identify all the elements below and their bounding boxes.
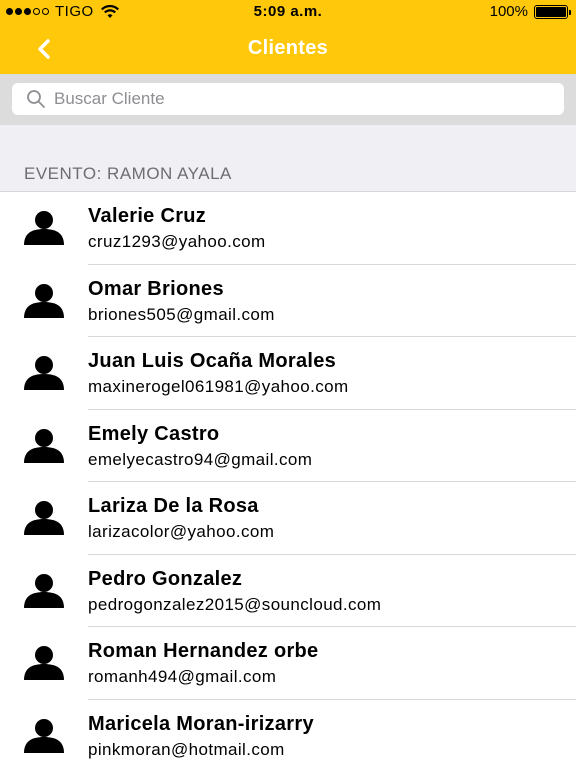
status-bar: TIGO 5:09 a.m. 100% <box>0 0 576 24</box>
client-email: briones505@gmail.com <box>88 304 275 324</box>
navigation-bar: Clientes <box>0 24 576 74</box>
status-right: 100% <box>489 3 571 20</box>
person-icon <box>24 283 64 318</box>
person-icon <box>24 356 64 390</box>
client-row[interactable]: Lariza De la Rosa larizacolor@yahoo.com <box>0 482 576 555</box>
client-email: cruz1293@yahoo.com <box>88 232 266 251</box>
client-email: pedrogonzalez2015@souncloud.com <box>88 594 382 614</box>
search-bar <box>0 74 576 125</box>
client-name: Maricela Moran-irizarry <box>88 712 314 735</box>
section-header: EVENTO: RAMON AYALA <box>0 125 576 192</box>
person-icon <box>24 428 64 463</box>
battery-icon <box>534 4 571 19</box>
client-name: Emely Castro <box>88 422 220 445</box>
client-row[interactable]: Pedro Gonzalez pedrogonzalez2015@sounclo… <box>0 555 576 627</box>
client-row[interactable]: Omar Briones briones505@gmail.com <box>0 265 576 337</box>
client-name: Juan Luis Ocaña Morales <box>88 350 337 372</box>
section-title: EVENTO: RAMON AYALA <box>24 164 232 183</box>
client-name: Pedro Gonzalez <box>88 567 243 590</box>
client-email: romanh494@gmail.com <box>88 667 277 686</box>
search-icon <box>27 90 45 108</box>
search-field[interactable] <box>12 83 564 115</box>
client-name: Lariza De la Rosa <box>88 495 259 517</box>
person-icon <box>24 501 64 535</box>
page-title: Clientes <box>247 37 329 59</box>
client-email: emelyecastro94@gmail.com <box>88 449 313 469</box>
person-icon <box>24 646 64 680</box>
client-row[interactable]: Valerie Cruz cruz1293@yahoo.com <box>0 192 576 265</box>
client-email: maxinerogel061981@yahoo.com <box>88 377 349 396</box>
client-row[interactable]: Emely Castro emelyecastro94@gmail.com <box>0 410 576 482</box>
battery-percent: 100% <box>489 3 528 20</box>
client-email: pinkmoran@hotmail.com <box>88 739 285 759</box>
client-email: larizacolor@yahoo.com <box>88 522 275 541</box>
client-name: Omar Briones <box>88 277 224 300</box>
person-icon <box>24 718 64 753</box>
search-input[interactable] <box>54 89 534 109</box>
client-row[interactable]: Maricela Moran-irizarry pinkmoran@hotmai… <box>0 700 576 768</box>
client-row[interactable]: Roman Hernandez orbe romanh494@gmail.com <box>0 627 576 700</box>
client-name: Roman Hernandez orbe <box>88 640 319 662</box>
person-icon <box>24 573 64 608</box>
client-name: Valerie Cruz <box>88 205 207 227</box>
client-list: Valerie Cruz cruz1293@yahoo.com Omar Bri… <box>0 192 576 768</box>
client-row[interactable]: Juan Luis Ocaña Morales maxinerogel06198… <box>0 337 576 410</box>
person-icon <box>24 211 64 245</box>
